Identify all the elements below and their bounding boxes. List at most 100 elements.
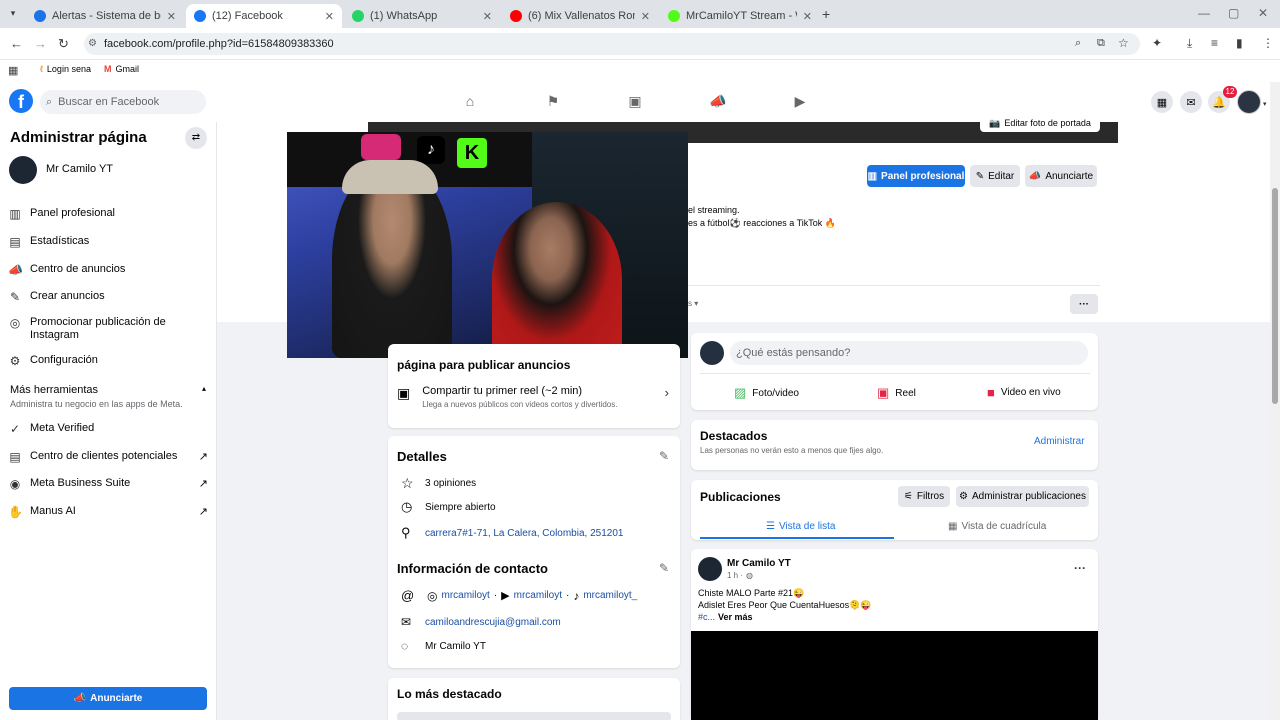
composer-input[interactable]: ¿Qué estás pensando? bbox=[730, 341, 1088, 365]
post-hashtag[interactable]: #c... bbox=[698, 612, 715, 622]
composer-divider bbox=[700, 373, 1090, 374]
tool-item[interactable]: ✋ Manus AI ↗ bbox=[8, 505, 208, 519]
grid-view-tab[interactable]: ▦ Vista de cuadrícula bbox=[948, 521, 1046, 532]
tab-close-icon[interactable]: ✕ bbox=[167, 10, 176, 23]
post-author[interactable]: Mr Camilo YT bbox=[727, 558, 791, 569]
tabs-more-chevron-icon[interactable]: s ▾ bbox=[688, 299, 698, 308]
megaphone-nav-icon[interactable]: 📣 bbox=[709, 93, 727, 111]
video-icon[interactable]: ▶ bbox=[791, 93, 809, 111]
account-avatar[interactable] bbox=[1237, 90, 1261, 114]
sidebar-item[interactable]: ⚙ Configuración bbox=[8, 354, 208, 368]
address-row[interactable]: ⚲ carrera7#1-71, La Calera, Colombia, 25… bbox=[401, 525, 623, 541]
sidebar-item[interactable]: 📣 Centro de anuncios bbox=[8, 263, 208, 277]
see-more-link[interactable]: Ver más bbox=[718, 612, 753, 622]
tab-list-button[interactable]: ▾ bbox=[6, 8, 20, 22]
sidebar-item[interactable]: ✎ Crear anuncios bbox=[8, 290, 208, 304]
zoom-icon[interactable]: ⌕ bbox=[1075, 37, 1081, 50]
professional-panel-button[interactable]: ▥ Panel profesional bbox=[867, 165, 965, 187]
email-row[interactable]: ✉ camiloandrescujia@gmail.com bbox=[401, 615, 561, 629]
facebook-logo-icon[interactable]: f bbox=[9, 89, 33, 113]
gear-icon: ⚙ bbox=[9, 354, 21, 368]
reel-suggestion[interactable]: ▣ Compartir tu primer reel (~2 min) Lleg… bbox=[397, 385, 669, 409]
promote-profile-button[interactable]: 📣 Anunciarte bbox=[1025, 165, 1097, 187]
post-video[interactable] bbox=[691, 631, 1098, 720]
forward-icon[interactable]: → bbox=[34, 36, 47, 51]
page-avatar[interactable] bbox=[9, 156, 37, 184]
verified-icon: ✓ bbox=[9, 422, 21, 436]
post-text-line-1: Chiste MALO Parte #21😜 bbox=[698, 588, 805, 598]
ads-center-icon[interactable]: ▣ bbox=[626, 93, 644, 111]
maximize-button[interactable]: ▢ bbox=[1228, 6, 1239, 20]
url-field[interactable]: facebook.com/profile.php?id=615848093833… bbox=[84, 33, 1140, 55]
tool-item[interactable]: ✓ Meta Verified bbox=[8, 422, 208, 436]
post-more-icon[interactable]: ··· bbox=[1074, 561, 1086, 575]
list-view-tab[interactable]: ☰ Vista de lista bbox=[766, 521, 835, 532]
manage-posts-button[interactable]: ⚙ Administrar publicaciones bbox=[956, 486, 1089, 507]
live-video-button[interactable]: ■ Video en vivo bbox=[987, 385, 1061, 400]
reload-icon[interactable]: ↻ bbox=[58, 36, 69, 52]
new-tab-button[interactable]: + bbox=[822, 6, 830, 22]
tiktok-link[interactable]: mrcamiloyt_ bbox=[583, 590, 637, 601]
tab-close-icon[interactable]: ✕ bbox=[483, 10, 492, 23]
home-icon[interactable]: ⌂ bbox=[461, 93, 479, 111]
install-icon[interactable]: ⧉ bbox=[1097, 37, 1105, 50]
tab-close-icon[interactable]: ✕ bbox=[325, 10, 334, 23]
edit-cover-button[interactable]: 📷 Editar foto de portada bbox=[980, 114, 1100, 132]
downloads-icon[interactable]: ⤓ bbox=[1187, 36, 1192, 51]
tab-close-icon[interactable]: ✕ bbox=[803, 10, 812, 23]
tab-favicon-icon bbox=[194, 10, 206, 22]
browser-tab[interactable]: Alertas - Sistema de bots de IA ✕ bbox=[26, 4, 184, 28]
bookmark-login-sena[interactable]: ℓ Login sena bbox=[40, 64, 91, 74]
menu-icon[interactable]: ⋮ bbox=[1262, 36, 1274, 50]
page-name[interactable]: Mr Camilo YT bbox=[46, 163, 113, 175]
account-chevron-icon[interactable]: ▾ bbox=[1263, 100, 1267, 108]
browser-tab[interactable]: (6) Mix Vallenatos Románti ✕ bbox=[502, 4, 658, 28]
site-info-icon[interactable]: ⚙ bbox=[88, 38, 97, 49]
star-icon: ☆ bbox=[401, 475, 414, 491]
tab-close-icon[interactable]: ✕ bbox=[641, 10, 650, 23]
browser-tab[interactable]: (12) Facebook ✕ bbox=[186, 4, 342, 28]
messenger-icon[interactable]: ✉ bbox=[1180, 91, 1202, 113]
photo-video-button[interactable]: ▨ Foto/video bbox=[734, 385, 799, 401]
browser-tab[interactable]: (1) WhatsApp ✕ bbox=[344, 4, 500, 28]
bookmark-star-icon[interactable]: ☆ bbox=[1118, 36, 1129, 50]
edit-details-icon[interactable]: ✎ bbox=[659, 449, 669, 463]
sidebar-item[interactable]: ▤ Estadísticas bbox=[8, 235, 208, 249]
menu-grid-icon[interactable]: ▦ bbox=[1151, 91, 1173, 113]
back-icon[interactable]: ← bbox=[10, 36, 23, 51]
edit-contact-icon[interactable]: ✎ bbox=[659, 561, 669, 575]
reel-button[interactable]: ▣ Reel bbox=[877, 385, 916, 401]
live-video-icon: ■ bbox=[987, 385, 995, 400]
tool-item[interactable]: ◉ Meta Business Suite ↗ bbox=[8, 477, 208, 491]
youtube-link[interactable]: mrcamiloyt bbox=[514, 590, 562, 601]
featured-manage-link[interactable]: Administrar bbox=[1034, 436, 1085, 447]
close-window-button[interactable]: ✕ bbox=[1258, 6, 1268, 20]
edit-label: Editar bbox=[988, 170, 1015, 182]
profile-icon[interactable]: ▮ bbox=[1236, 36, 1243, 50]
address-link[interactable]: carrera7#1-71, La Calera, Colombia, 2512… bbox=[425, 528, 623, 539]
facebook-search-input[interactable]: ⌕ Buscar en Facebook bbox=[40, 90, 206, 114]
switch-profile-icon[interactable]: ⇄ bbox=[185, 127, 207, 149]
post-avatar[interactable] bbox=[698, 557, 722, 581]
bookmark-gmail[interactable]: M Gmail bbox=[104, 64, 139, 74]
filters-button[interactable]: ⚟ Filtros bbox=[898, 486, 950, 507]
instagram-link[interactable]: mrcamiloyt bbox=[441, 590, 489, 601]
email-link[interactable]: camiloandrescujia@gmail.com bbox=[425, 617, 561, 628]
sidebar-item[interactable]: ▥ Panel profesional bbox=[8, 207, 208, 221]
extensions-icon[interactable]: ✦ bbox=[1152, 36, 1162, 50]
media-icon[interactable]: ≡ bbox=[1211, 36, 1218, 50]
edit-profile-button[interactable]: ✎ Editar bbox=[970, 165, 1020, 187]
post-time[interactable]: 1 h · ◍ bbox=[727, 571, 753, 580]
more-tools-title[interactable]: Más herramientas ▴ bbox=[10, 384, 206, 396]
scrollbar-thumb[interactable] bbox=[1272, 188, 1278, 404]
apps-icon[interactable]: ▦ bbox=[8, 64, 18, 77]
tool-item[interactable]: ▤ Centro de clientes potenciales ↗ bbox=[8, 450, 208, 464]
profile-more-button[interactable]: ··· bbox=[1070, 294, 1098, 314]
pages-flag-icon[interactable]: ⚑ bbox=[544, 93, 562, 111]
more-tools-label: Más herramientas bbox=[10, 384, 99, 396]
sidebar-item[interactable]: ◎ Promocionar publicación de Instagram bbox=[8, 316, 208, 342]
minimize-button[interactable]: — bbox=[1198, 6, 1210, 20]
browser-tab[interactable]: MrCamiloYT Stream - Watch Li ✕ bbox=[660, 4, 820, 28]
composer-avatar[interactable] bbox=[700, 341, 724, 365]
sidebar-promote-button[interactable]: 📣 Anunciarte bbox=[9, 687, 207, 710]
